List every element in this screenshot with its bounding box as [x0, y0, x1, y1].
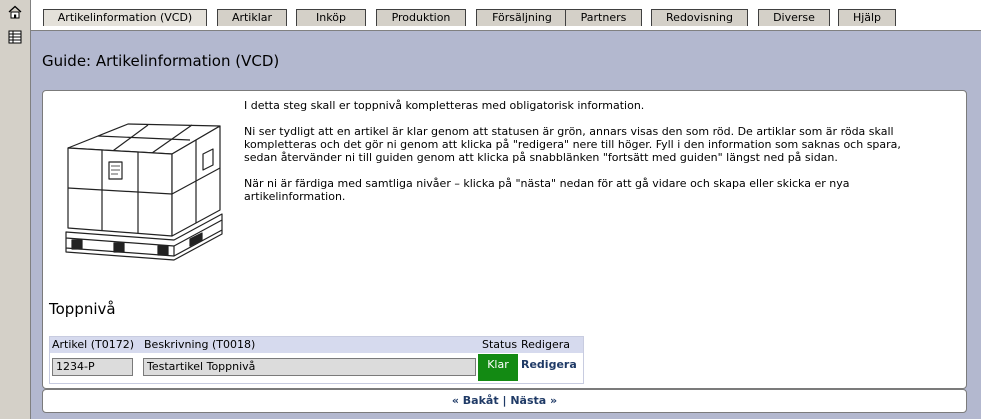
pallet-illustration — [62, 102, 234, 270]
header-status: Status — [482, 338, 518, 351]
status-badge: Klar — [478, 354, 518, 381]
tab-redovisning[interactable]: Redovisning — [651, 9, 748, 26]
instruction-3: När ni är färdiga med samtliga nivåer – … — [244, 177, 850, 203]
tab-artikelinformation[interactable]: Artikelinformation (VCD) — [43, 9, 207, 26]
next-link[interactable]: Nästa » — [510, 394, 557, 407]
header-article: Artikel (T0172) — [52, 338, 135, 351]
tab-diverse[interactable]: Diverse — [758, 9, 830, 26]
header-edit: Redigera — [521, 338, 570, 351]
top-tab-bar: Artikelinformation (VCD) Artiklar Inköp … — [31, 0, 981, 31]
tab-artiklar[interactable]: Artiklar — [217, 9, 287, 26]
section-title-toppniva: Toppnivå — [49, 300, 116, 318]
tab-forsaljning[interactable]: Försäljning — [476, 9, 568, 26]
instruction-2: Ni ser tydligt att en artikel är klar ge… — [244, 125, 901, 164]
tab-produktion[interactable]: Produktion — [376, 9, 466, 26]
instructions-text: I detta steg skall er toppnivå komplette… — [244, 99, 956, 216]
tab-inkop[interactable]: Inköp — [296, 9, 366, 26]
tab-partners[interactable]: Partners — [565, 9, 642, 26]
edit-link[interactable]: Redigera — [521, 358, 577, 371]
guide-navigation: « Bakåt | Nästa » — [42, 389, 967, 413]
list-icon[interactable] — [8, 30, 22, 44]
page-title: Guide: Artikelinformation (VCD) — [42, 52, 280, 70]
nav-separator: | — [502, 394, 507, 407]
article-number-field[interactable]: 1234-P — [52, 358, 133, 376]
guide-panel: I detta steg skall er toppnivå komplette… — [42, 90, 967, 389]
header-description: Beskrivning (T0018) — [144, 338, 256, 351]
instruction-1: I detta steg skall er toppnivå komplette… — [244, 99, 645, 112]
description-field[interactable]: Testartikel Toppnivå — [143, 358, 476, 376]
main-content: Guide: Artikelinformation (VCD) I detta … — [31, 31, 981, 419]
home-icon[interactable] — [8, 5, 22, 19]
article-table: Artikel (T0172) Beskrivning (T0018) Stat… — [49, 336, 584, 384]
left-toolbar — [0, 0, 31, 419]
table-header: Artikel (T0172) Beskrivning (T0018) Stat… — [50, 337, 583, 353]
back-link[interactable]: « Bakåt — [452, 394, 499, 407]
tab-hjalp[interactable]: Hjälp — [838, 9, 896, 26]
